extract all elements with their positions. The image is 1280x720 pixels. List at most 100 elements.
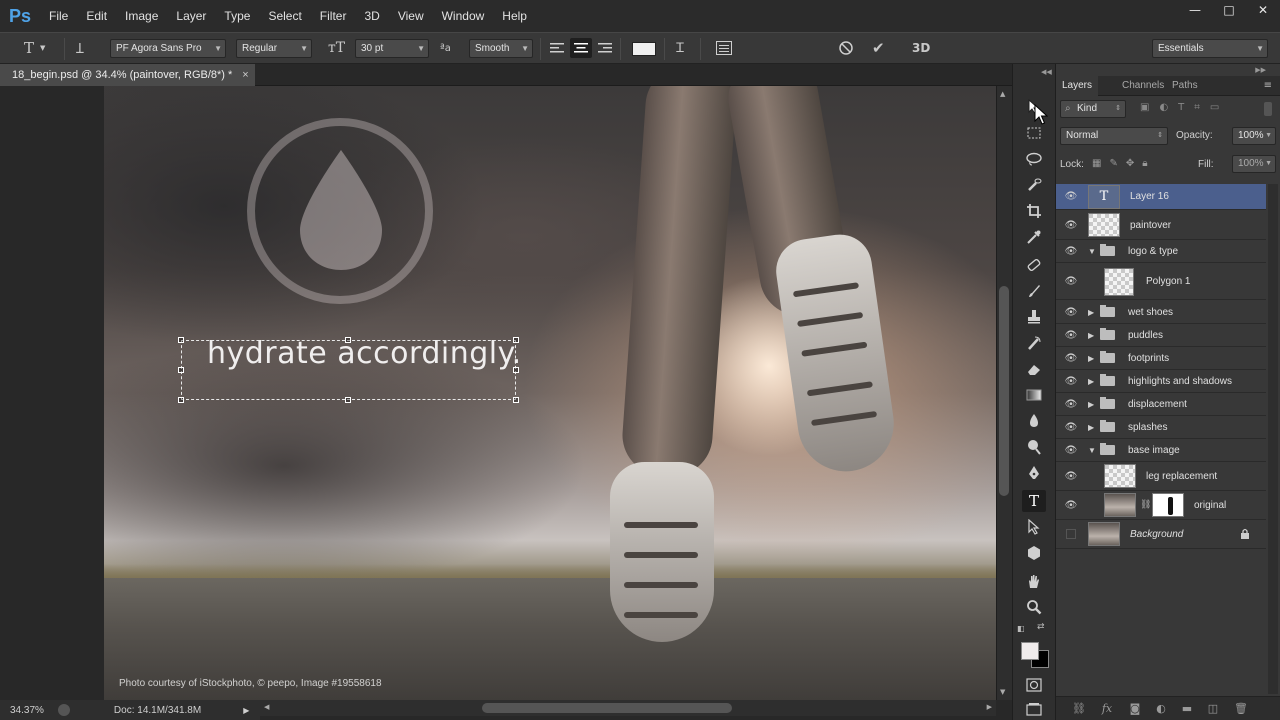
- visibility-eye-icon[interactable]: 👁︎: [1063, 393, 1079, 415]
- panel-menu-icon[interactable]: ≡: [1264, 80, 1272, 91]
- expand-caret-icon[interactable]: ▶: [1088, 324, 1094, 346]
- horizontal-scrollbar[interactable]: ◀ ▶: [260, 700, 996, 716]
- layer-row-puddles[interactable]: 👁︎ ▶ puddles: [1056, 324, 1266, 347]
- antialias-select[interactable]: Smooth ▼: [469, 39, 533, 58]
- font-family-select[interactable]: PF Agora Sans Pro ▼: [110, 39, 226, 58]
- add-mask-icon[interactable]: ◙: [1128, 702, 1142, 716]
- swap-colors-icon[interactable]: ⇄: [1037, 622, 1045, 632]
- type-tool-preset-icon[interactable]: T ▼: [24, 38, 45, 58]
- menu-edit[interactable]: Edit: [77, 0, 116, 32]
- brush-tool-icon[interactable]: [1022, 280, 1046, 302]
- layer-row-displacement[interactable]: 👁︎ ▶ displacement: [1056, 393, 1266, 416]
- menu-file[interactable]: File: [40, 0, 77, 32]
- document-canvas[interactable]: hydrate accordingly. Photo courtesy of i…: [104, 86, 996, 700]
- visibility-eye-icon[interactable]: 👁︎: [1063, 264, 1079, 299]
- warp-text-icon[interactable]: Ꮖ: [676, 38, 685, 58]
- vertical-scrollbar[interactable]: ▲ ▼: [996, 86, 1012, 700]
- layer-row-layer-16[interactable]: 👁︎ T Layer 16: [1056, 184, 1266, 210]
- gradient-tool-icon[interactable]: [1022, 384, 1046, 406]
- eyedropper-tool-icon[interactable]: [1022, 226, 1046, 248]
- font-style-select[interactable]: Regular ▼: [236, 39, 312, 58]
- menu-3d[interactable]: 3D: [355, 0, 388, 32]
- pen-tool-icon[interactable]: [1022, 462, 1046, 484]
- crop-tool-icon[interactable]: [1022, 200, 1046, 222]
- layer-row-footprints[interactable]: 👁︎ ▶ footprints: [1056, 347, 1266, 370]
- mask-link-icon[interactable]: ⛓: [1140, 499, 1151, 510]
- blur-tool-icon[interactable]: [1022, 410, 1046, 432]
- type-tool-icon[interactable]: T: [1022, 490, 1046, 512]
- lasso-tool-icon[interactable]: [1022, 148, 1046, 170]
- expand-caret-icon[interactable]: ▶: [1088, 301, 1094, 323]
- align-left-icon[interactable]: [550, 38, 564, 58]
- menu-filter[interactable]: Filter: [311, 0, 356, 32]
- fill-field[interactable]: 100% ▼: [1232, 155, 1276, 173]
- expand-caret-icon[interactable]: ▶: [1088, 393, 1094, 415]
- menu-type[interactable]: Type: [215, 0, 259, 32]
- close-window-button[interactable]: ✕: [1246, 0, 1280, 20]
- layer-row-highlights-and-shadows[interactable]: 👁︎ ▶ highlights and shadows: [1056, 370, 1266, 393]
- layer-row-background[interactable]: Background: [1056, 520, 1266, 549]
- eraser-tool-icon[interactable]: [1022, 358, 1046, 380]
- menu-layer[interactable]: Layer: [167, 0, 215, 32]
- visibility-eye-icon[interactable]: 👁︎: [1063, 462, 1079, 490]
- toggle-text-orientation-icon[interactable]: Ʇ: [76, 38, 84, 58]
- screen-mode-icon[interactable]: [1022, 698, 1046, 720]
- lock-icons[interactable]: ▦✎✥🔒︎: [1092, 158, 1156, 169]
- layer-row-splashes[interactable]: 👁︎ ▶ splashes: [1056, 416, 1266, 439]
- zoom-level[interactable]: 34.37%: [10, 705, 44, 716]
- tab-layers[interactable]: Layers: [1056, 76, 1099, 96]
- visibility-eye-icon[interactable]: 👁︎: [1063, 211, 1079, 239]
- delete-layer-icon[interactable]: 🗑︎: [1234, 702, 1248, 716]
- opacity-field[interactable]: 100% ▼: [1232, 127, 1276, 145]
- status-menu-icon[interactable]: [57, 704, 70, 716]
- visibility-eye-icon[interactable]: 👁︎: [1063, 184, 1079, 209]
- visibility-eye-icon[interactable]: 👁︎: [1063, 416, 1079, 438]
- healing-brush-tool-icon[interactable]: [1022, 254, 1046, 276]
- menu-select[interactable]: Select: [259, 0, 310, 32]
- foreground-color-swatch[interactable]: [1021, 642, 1039, 660]
- quick-mask-icon[interactable]: [1022, 674, 1046, 696]
- menu-view[interactable]: View: [389, 0, 433, 32]
- quick-selection-tool-icon[interactable]: [1022, 174, 1046, 196]
- layer-row-base-image[interactable]: 👁︎ ▼ base image: [1056, 439, 1266, 462]
- layer-filter-kind-select[interactable]: ⌕ Kind ⇕: [1060, 100, 1126, 118]
- layers-scrollbar[interactable]: [1268, 184, 1278, 694]
- visibility-eye-icon[interactable]: 👁︎: [1063, 324, 1079, 346]
- text-color-swatch[interactable]: [632, 42, 656, 56]
- layer-row-polygon-1[interactable]: 👁︎ Polygon 1: [1056, 264, 1266, 300]
- menu-image[interactable]: Image: [116, 0, 167, 32]
- link-layers-icon[interactable]: ⛓: [1072, 702, 1086, 716]
- font-size-select[interactable]: 30 pt ▼: [355, 39, 429, 58]
- expand-caret-icon[interactable]: ▶: [1088, 416, 1094, 438]
- handle-bottom[interactable]: [345, 397, 351, 403]
- minimize-button[interactable]: —: [1178, 0, 1212, 20]
- headline-text[interactable]: hydrate accordingly.: [207, 336, 522, 371]
- handle-top-left[interactable]: [178, 337, 184, 343]
- align-right-icon[interactable]: [598, 38, 612, 58]
- maximize-button[interactable]: □: [1212, 0, 1246, 20]
- filter-toggle[interactable]: [1264, 102, 1272, 116]
- visibility-eye-box[interactable]: [1063, 520, 1079, 548]
- default-colors-icon[interactable]: ◧: [1017, 624, 1025, 633]
- vertical-scroll-thumb[interactable]: [999, 286, 1009, 496]
- horizontal-scroll-thumb[interactable]: [482, 703, 732, 713]
- cancel-edits-icon[interactable]: [838, 38, 854, 58]
- tab-channels[interactable]: Channels: [1116, 76, 1170, 96]
- 3d-icon[interactable]: 3D: [912, 38, 930, 58]
- blend-mode-select[interactable]: Normal ⇕: [1060, 127, 1168, 145]
- commit-edits-icon[interactable]: ✔: [872, 38, 885, 58]
- dodge-tool-icon[interactable]: [1022, 436, 1046, 458]
- visibility-eye-icon[interactable]: 👁︎: [1063, 491, 1079, 519]
- align-center-icon[interactable]: [570, 38, 592, 58]
- layer-row-original[interactable]: 👁︎ ⛓ original: [1056, 491, 1266, 520]
- adjustment-layer-icon[interactable]: ◐: [1154, 702, 1168, 716]
- handle-left[interactable]: [178, 367, 184, 373]
- document-tab[interactable]: 18_begin.psd @ 34.4% (paintover, RGB/8*)…: [0, 64, 255, 86]
- expand-caret-icon[interactable]: ▶: [1088, 370, 1094, 392]
- expand-caret-icon[interactable]: ▶: [1088, 347, 1094, 369]
- zoom-tool-icon[interactable]: [1022, 596, 1046, 618]
- workspace-select[interactable]: Essentials ▼: [1152, 39, 1268, 58]
- status-arrow-icon[interactable]: ▶: [243, 706, 249, 715]
- character-panel-icon[interactable]: [716, 38, 732, 58]
- history-brush-tool-icon[interactable]: [1022, 332, 1046, 354]
